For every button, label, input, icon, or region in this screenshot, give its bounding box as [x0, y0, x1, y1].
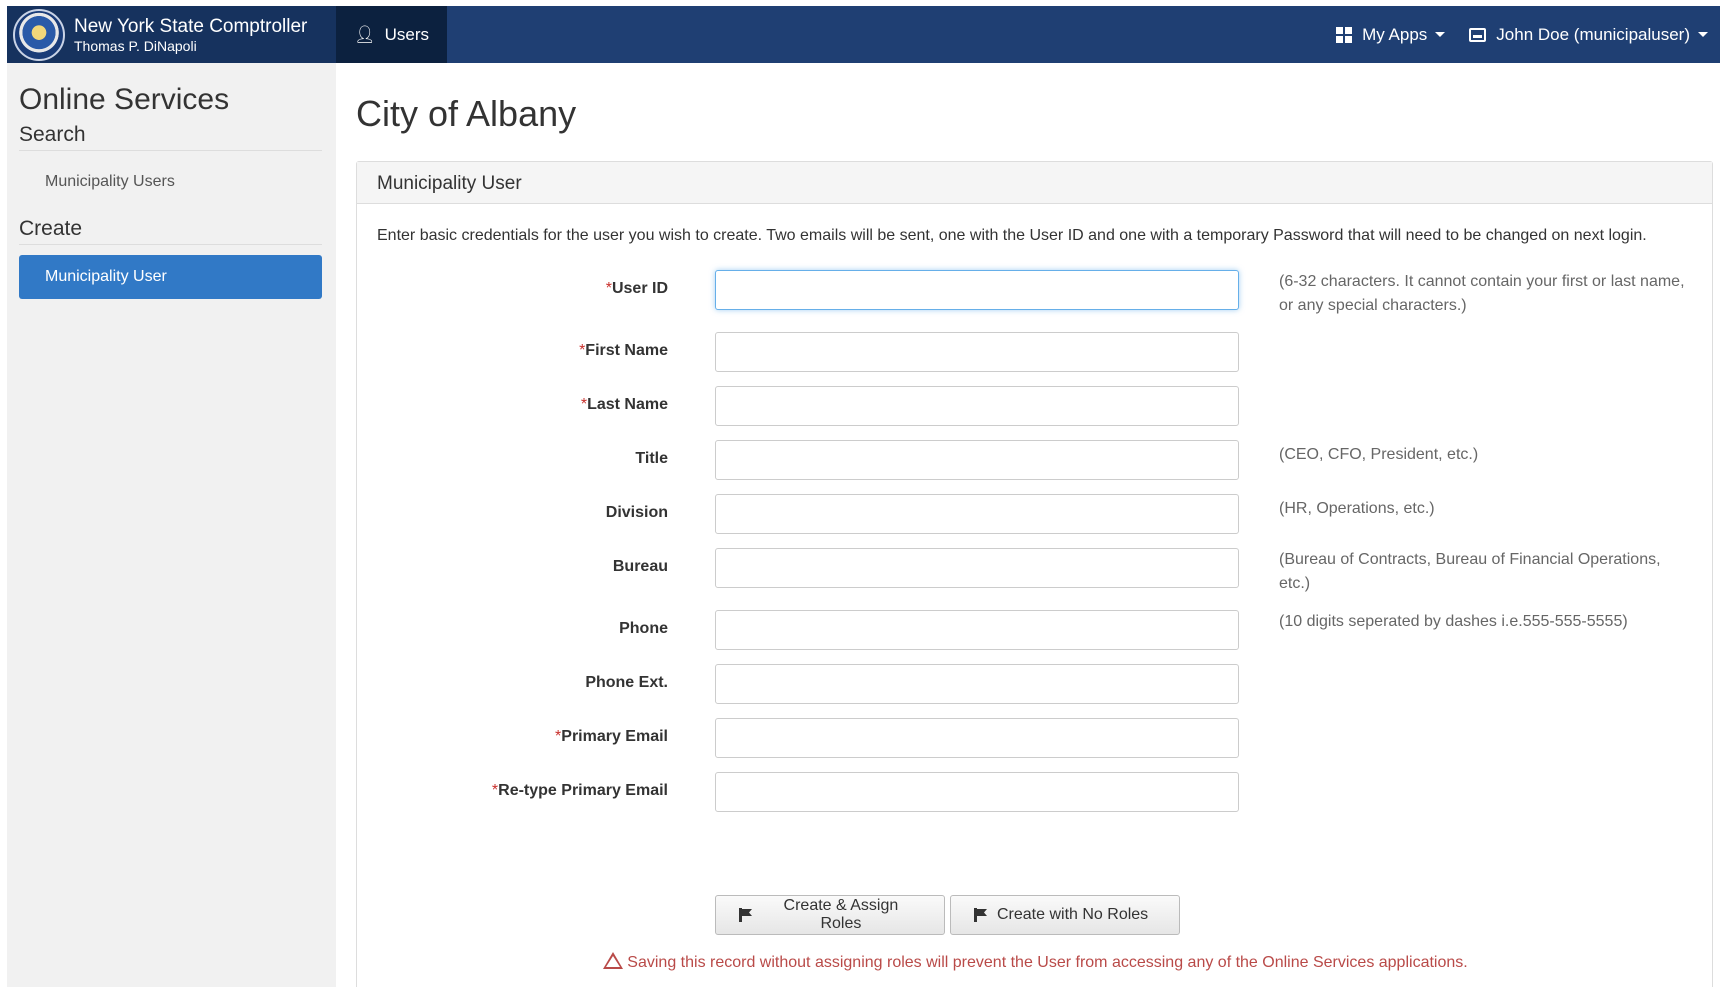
page-title: City of Albany — [356, 93, 577, 134]
bureau-label: Bureau — [613, 558, 668, 576]
grid-icon — [1336, 26, 1353, 43]
phone-row: Phone (10 digits seperated by dashes i.e.… — [357, 610, 1714, 650]
user-id-label: *User ID — [606, 280, 668, 298]
inbox-icon — [1469, 27, 1487, 42]
bureau-input[interactable] — [715, 548, 1239, 588]
nav-right: My Apps John Doe (municipaluser) — [1324, 6, 1720, 63]
user-id-input[interactable] — [715, 270, 1239, 310]
sidebar-title: Online Services — [19, 83, 230, 116]
first-name-label-text: First Name — [585, 342, 668, 359]
first-name-label: *First Name — [579, 342, 668, 360]
panel-title: Municipality User — [357, 162, 1712, 204]
bureau-row: Bureau (Bureau of Contracts, Bureau of Fi… — [357, 548, 1714, 592]
division-input[interactable] — [715, 494, 1239, 534]
bureau-label-text: Bureau — [612, 558, 668, 575]
nav-users-tab[interactable]: 👤︎ Users — [336, 6, 447, 63]
last-name-label-text: Last Name — [587, 396, 668, 413]
sidebar-section-create: Create — [19, 217, 322, 245]
retype-primary-email-row: *Re-type Primary Email — [357, 772, 1714, 812]
primary-email-row: *Primary Email — [357, 718, 1714, 758]
flag-check-icon — [738, 908, 754, 922]
main-content: City of Albany Municipality User Enter b… — [336, 63, 1720, 987]
user-icon: 👤︎ — [354, 24, 376, 44]
division-label-text: Division — [605, 504, 668, 521]
intro-text: Enter basic credentials for the user you… — [377, 227, 1647, 244]
retype-primary-email-input[interactable] — [715, 772, 1239, 812]
my-apps-menu[interactable]: My Apps — [1324, 25, 1457, 45]
user-id-row: *User ID (6-32 characters. It cannot cont… — [357, 270, 1714, 314]
first-name-row: *First Name — [357, 332, 1714, 372]
nys-seal-icon — [13, 8, 65, 61]
title-input[interactable] — [715, 440, 1239, 480]
phone-label-text: Phone — [619, 620, 668, 637]
sidebar-section-search: Search — [19, 123, 322, 151]
user-id-hint: (6-32 characters. It cannot contain your… — [1279, 273, 1685, 314]
last-name-input[interactable] — [715, 386, 1239, 426]
phone-ext-label: Phone Ext. — [585, 674, 668, 692]
sidebar-item-municipality-user[interactable]: Municipality User — [19, 255, 322, 299]
primary-email-input[interactable] — [715, 718, 1239, 758]
division-row: Division (HR, Operations, etc.) — [357, 494, 1714, 534]
form-actions: Create & Assign Roles Create with No Rol… — [715, 895, 1185, 935]
my-apps-label: My Apps — [1362, 24, 1428, 44]
sidebar-item-municipality-users[interactable]: Municipality Users — [19, 161, 322, 203]
brand-subtitle: Thomas P. DiNapoli — [74, 37, 197, 54]
first-name-input[interactable] — [715, 332, 1239, 372]
last-name-label: *Last Name — [581, 396, 668, 414]
brand-title: New York State Comptroller — [74, 15, 308, 37]
primary-email-label: *Primary Email — [555, 728, 668, 746]
create-no-roles-button[interactable]: Create with No Roles — [950, 895, 1180, 935]
phone-label: Phone — [619, 620, 668, 638]
create-assign-roles-button[interactable]: Create & Assign Roles — [715, 895, 945, 935]
form-panel: Municipality User Enter basic credential… — [356, 161, 1713, 987]
warning-message: Saving this record without assigning rol… — [357, 952, 1714, 972]
warning-text: Saving this record without assigning rol… — [627, 954, 1468, 971]
bureau-hint: (Bureau of Contracts, Bureau of Financia… — [1279, 551, 1661, 592]
user-menu[interactable]: John Doe (municipaluser) — [1457, 25, 1720, 45]
division-label: Division — [606, 504, 668, 522]
flag-x-icon — [973, 908, 989, 922]
title-hint: (CEO, CFO, President, etc.) — [1279, 446, 1479, 463]
phone-ext-label-text: Phone Ext. — [585, 674, 668, 691]
retype-primary-email-label: *Re-type Primary Email — [492, 782, 668, 800]
brand[interactable]: New York State Comptroller Thomas P. DiN… — [7, 6, 336, 63]
last-name-row: *Last Name — [357, 386, 1714, 426]
caret-down-icon — [1435, 32, 1446, 37]
phone-ext-input[interactable] — [715, 664, 1239, 704]
phone-ext-row: Phone Ext. — [357, 664, 1714, 704]
sidebar: Online Services Search Municipality User… — [7, 63, 336, 987]
create-no-roles-label: Create with No Roles — [997, 906, 1149, 923]
title-label: Title — [635, 450, 668, 468]
title-label-text: Title — [635, 450, 668, 467]
nav-users-label: Users — [384, 24, 429, 44]
caret-down-icon — [1698, 32, 1708, 37]
create-assign-roles-label: Create & Assign Roles — [783, 897, 899, 932]
title-row: Title (CEO, CFO, President, etc.) — [357, 440, 1714, 480]
brand-text: New York State Comptroller Thomas P. DiN… — [74, 17, 307, 53]
retype-primary-email-label-text: Re-type Primary Email — [498, 782, 668, 799]
phone-hint: (10 digits seperated by dashes i.e.555-5… — [1279, 613, 1628, 630]
warning-icon — [603, 952, 624, 969]
top-navbar: New York State Comptroller Thomas P. DiN… — [7, 6, 1720, 63]
division-hint: (HR, Operations, etc.) — [1279, 500, 1435, 517]
primary-email-label-text: Primary Email — [561, 728, 668, 745]
user-menu-label: John Doe (municipaluser) — [1496, 24, 1690, 44]
user-id-label-text: User ID — [611, 280, 668, 297]
phone-input[interactable] — [715, 610, 1239, 650]
